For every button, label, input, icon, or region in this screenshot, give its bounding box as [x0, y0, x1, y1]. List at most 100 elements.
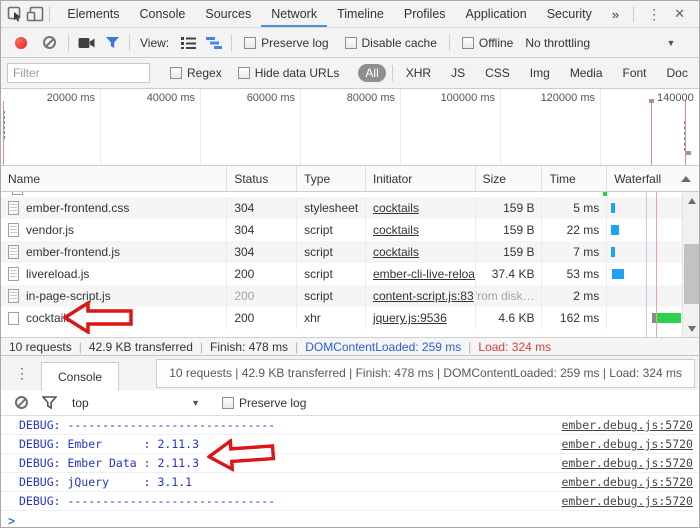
- scroll-down-icon[interactable]: [683, 320, 699, 337]
- cell-size: (from disk…: [476, 285, 543, 307]
- overview-marker: [686, 151, 691, 155]
- divider: [129, 34, 130, 51]
- cell-name: vendor.js: [1, 219, 228, 241]
- network-toolbar: View: Preserve log Disable cache Offline…: [1, 28, 699, 58]
- initiator-link[interactable]: cocktails: [373, 245, 419, 259]
- devtools-menu-icon[interactable]: ⋮: [638, 6, 670, 23]
- use-large-rows-icon[interactable]: [175, 31, 201, 55]
- scroll-up-icon[interactable]: [683, 192, 699, 209]
- network-overview[interactable]: 20000 ms 40000 ms 60000 ms 80000 ms 100000 m…: [1, 89, 699, 166]
- request-name: vendor.js: [26, 223, 75, 237]
- execution-context-select[interactable]: top ▼: [72, 396, 200, 410]
- scrollbar-thumb[interactable]: [684, 244, 699, 304]
- type-filter-js[interactable]: JS: [444, 64, 472, 82]
- console-source-link[interactable]: ember.debug.js:5720: [561, 475, 693, 489]
- show-overview-icon[interactable]: [201, 31, 227, 55]
- tabs-overflow-button[interactable]: »: [602, 7, 629, 22]
- requests-table-header: Name Status Type Initiator Size Time Waterfall: [1, 166, 699, 192]
- request-row-vendor.js[interactable]: vendor.js 304 script cocktails 159 B 22 ms: [1, 219, 699, 241]
- overview-tick-label: 100000 ms: [440, 92, 495, 104]
- tab-profiles[interactable]: Profiles: [394, 1, 456, 27]
- console-preserve-log-checkbox[interactable]: Preserve log: [222, 396, 306, 410]
- overview-tick-label: 80000 ms: [346, 92, 395, 104]
- drawer-tab-console[interactable]: Console: [41, 361, 120, 391]
- waterfall-bar: [611, 247, 616, 257]
- capture-screenshots-icon[interactable]: [73, 31, 99, 55]
- filter-input[interactable]: [7, 63, 150, 83]
- type-filter-css[interactable]: CSS: [478, 64, 517, 82]
- disable-cache-label: Disable cache: [361, 35, 437, 50]
- console-source-link[interactable]: ember.debug.js:5720: [561, 437, 693, 451]
- request-row-ember-frontend.js[interactable]: ember-frontend.js 304 script cocktails 159 B…: [1, 241, 699, 263]
- clear-network-log-icon[interactable]: [43, 36, 56, 49]
- close-devtools-icon[interactable]: ✕: [670, 6, 695, 22]
- column-header-waterfall[interactable]: Waterfall: [607, 166, 699, 191]
- disable-cache-checkbox[interactable]: Disable cache: [344, 35, 437, 50]
- request-row-ember-frontend.css[interactable]: ember-frontend.css 304 stylesheet cocktails…: [1, 197, 699, 219]
- console-filter-icon[interactable]: [36, 391, 62, 415]
- console-message: DEBUG: ------------------------------ emb…: [1, 492, 699, 511]
- summary-separator: |: [78, 339, 82, 354]
- offline-checkbox[interactable]: Offline: [461, 36, 513, 50]
- divider: [391, 65, 393, 81]
- initiator-link[interactable]: cocktails: [373, 223, 419, 237]
- tab-network[interactable]: Network: [261, 1, 327, 27]
- initiator-link[interactable]: ember-cli-live-reloa…: [373, 267, 475, 281]
- tab-application[interactable]: Application: [456, 1, 537, 27]
- column-header-size[interactable]: Size: [476, 166, 543, 191]
- doc-icon: [8, 267, 19, 281]
- regex-checkbox[interactable]: Regex: [170, 66, 222, 80]
- request-row-cocktails[interactable]: cocktails 200 xhr jquery.js:9536 4.6 KB 162 m…: [1, 307, 699, 329]
- console-message: DEBUG: jQuery : 3.1.1 ember.debug.js:5720: [1, 473, 699, 492]
- request-row-in-page-script.js[interactable]: in-page-script.js 200 script content-script…: [1, 285, 699, 307]
- cell-status: 304: [227, 197, 298, 219]
- initiator-link[interactable]: content-script.js:83: [373, 289, 474, 303]
- column-header-status[interactable]: Status: [227, 166, 298, 191]
- console-source-link[interactable]: ember.debug.js:5720: [561, 456, 693, 470]
- type-filter-xhr[interactable]: XHR: [399, 64, 438, 82]
- record-network-log-button[interactable]: [15, 36, 27, 49]
- column-header-name[interactable]: Name: [1, 166, 228, 191]
- type-filter-img[interactable]: Img: [523, 64, 557, 82]
- view-label: View:: [140, 35, 170, 50]
- console-source-link[interactable]: ember.debug.js:5720: [561, 418, 693, 432]
- drawer-menu-icon[interactable]: ⋮: [3, 365, 41, 382]
- hide-data-urls-checkbox[interactable]: Hide data URLs: [237, 66, 339, 80]
- request-row-livereload.js[interactable]: livereload.js 200 script ember-cli-live-rel…: [1, 263, 699, 285]
- column-header-time[interactable]: Time: [542, 166, 608, 191]
- overview-gridline: [200, 89, 201, 165]
- doc-icon: [8, 201, 19, 215]
- cell-time: 7 ms: [542, 241, 608, 263]
- console-message-text: DEBUG: Ember : 2.11.3: [19, 437, 200, 451]
- clear-console-icon[interactable]: [15, 396, 28, 409]
- cell-name: livereload.js: [1, 263, 228, 285]
- summary-requests: 10 requests: [9, 339, 72, 354]
- type-filter-all[interactable]: All: [358, 64, 386, 82]
- type-filter-doc[interactable]: Doc: [660, 64, 695, 82]
- divider: [68, 34, 69, 51]
- device-toolbar-icon[interactable]: [25, 2, 45, 26]
- initiator-link[interactable]: jquery.js:9536: [373, 311, 447, 325]
- tab-elements[interactable]: Elements: [57, 1, 129, 27]
- overview-gridline: [300, 89, 301, 165]
- waterfall-scrollbar[interactable]: [682, 192, 699, 337]
- throttling-select[interactable]: No throttling ▼: [525, 36, 675, 50]
- column-header-type[interactable]: Type: [297, 166, 366, 191]
- tab-security[interactable]: Security: [537, 1, 602, 27]
- divider: [48, 6, 50, 22]
- type-filter-media[interactable]: Media: [563, 64, 610, 82]
- console-message: DEBUG: Ember Data : 2.11.3 ember.debug.js…: [1, 454, 699, 473]
- summary-load: Load: 324 ms: [478, 339, 552, 354]
- type-filter-font[interactable]: Font: [616, 64, 654, 82]
- initiator-link[interactable]: cocktails: [373, 201, 419, 215]
- tab-console[interactable]: Console: [130, 1, 196, 27]
- tab-sources[interactable]: Sources: [195, 1, 261, 27]
- network-filter-icon[interactable]: [99, 31, 125, 55]
- cell-size: 159 B: [476, 241, 543, 263]
- tab-timeline[interactable]: Timeline: [327, 1, 394, 27]
- console-prompt[interactable]: >: [1, 511, 699, 527]
- inspect-element-icon[interactable]: [5, 2, 25, 26]
- console-source-link[interactable]: ember.debug.js:5720: [561, 494, 693, 508]
- preserve-log-checkbox[interactable]: Preserve log: [244, 36, 329, 50]
- column-header-initiator[interactable]: Initiator: [366, 166, 476, 191]
